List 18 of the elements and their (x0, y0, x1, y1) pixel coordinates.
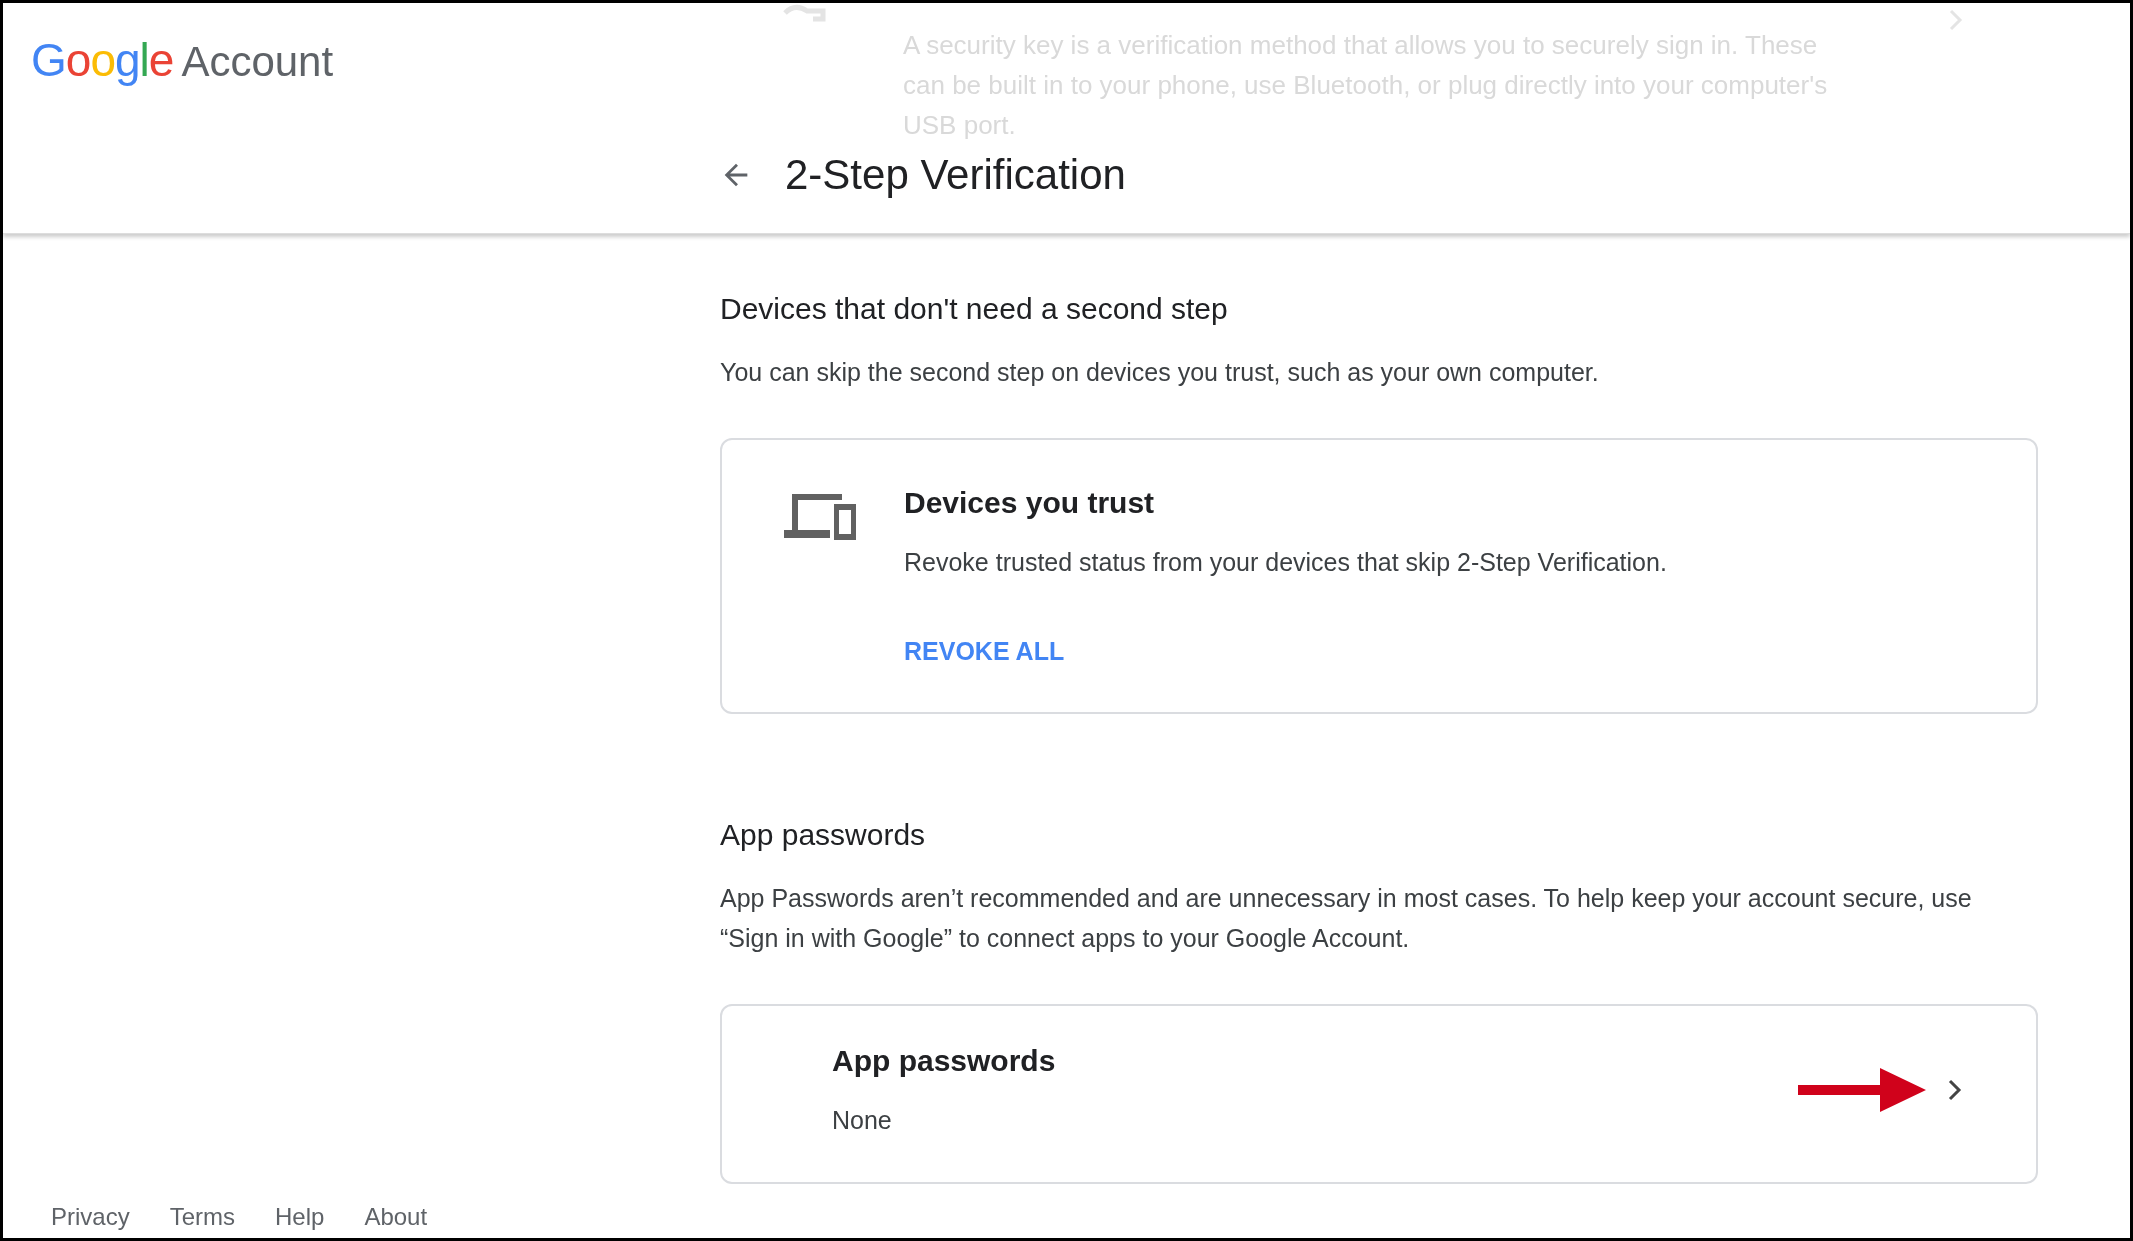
section-description: App Passwords aren’t recommended and are unnecessary in most cases. To help keep your account secure, use “Sign in with Google” to connect apps to your Google Account. (720, 883, 1973, 954)
page-title: 2-Step Verification (785, 151, 1126, 199)
chevron-icon (1948, 1079, 1962, 1101)
card-title: App passwords (832, 1044, 1057, 1078)
card-text: None (832, 1106, 893, 1135)
revoke-all-button[interactable]: REVOKE ALL (904, 637, 1065, 666)
section-heading: Devices that don't need a second step (720, 292, 1229, 326)
logo[interactable]: Google Account (31, 33, 334, 87)
app-passwords-card[interactable]: App passwords None (720, 1004, 2038, 1184)
card-text: Revoke trusted status from your devices that skip 2-Step Verification. (904, 548, 1667, 577)
footer-link[interactable]: Terms (169, 1203, 236, 1231)
chevron-icon (1949, 9, 1963, 31)
section-heading: App passwords (720, 818, 927, 852)
footer-link[interactable]: Help (275, 1203, 325, 1231)
footer-link[interactable]: Privacy (51, 1203, 130, 1231)
card-title: Devices you trust (904, 486, 1156, 520)
footer-link[interactable]: About (364, 1203, 428, 1231)
section-description: You can skip the second step on devices you trust, such as your own computer. (720, 357, 1600, 388)
